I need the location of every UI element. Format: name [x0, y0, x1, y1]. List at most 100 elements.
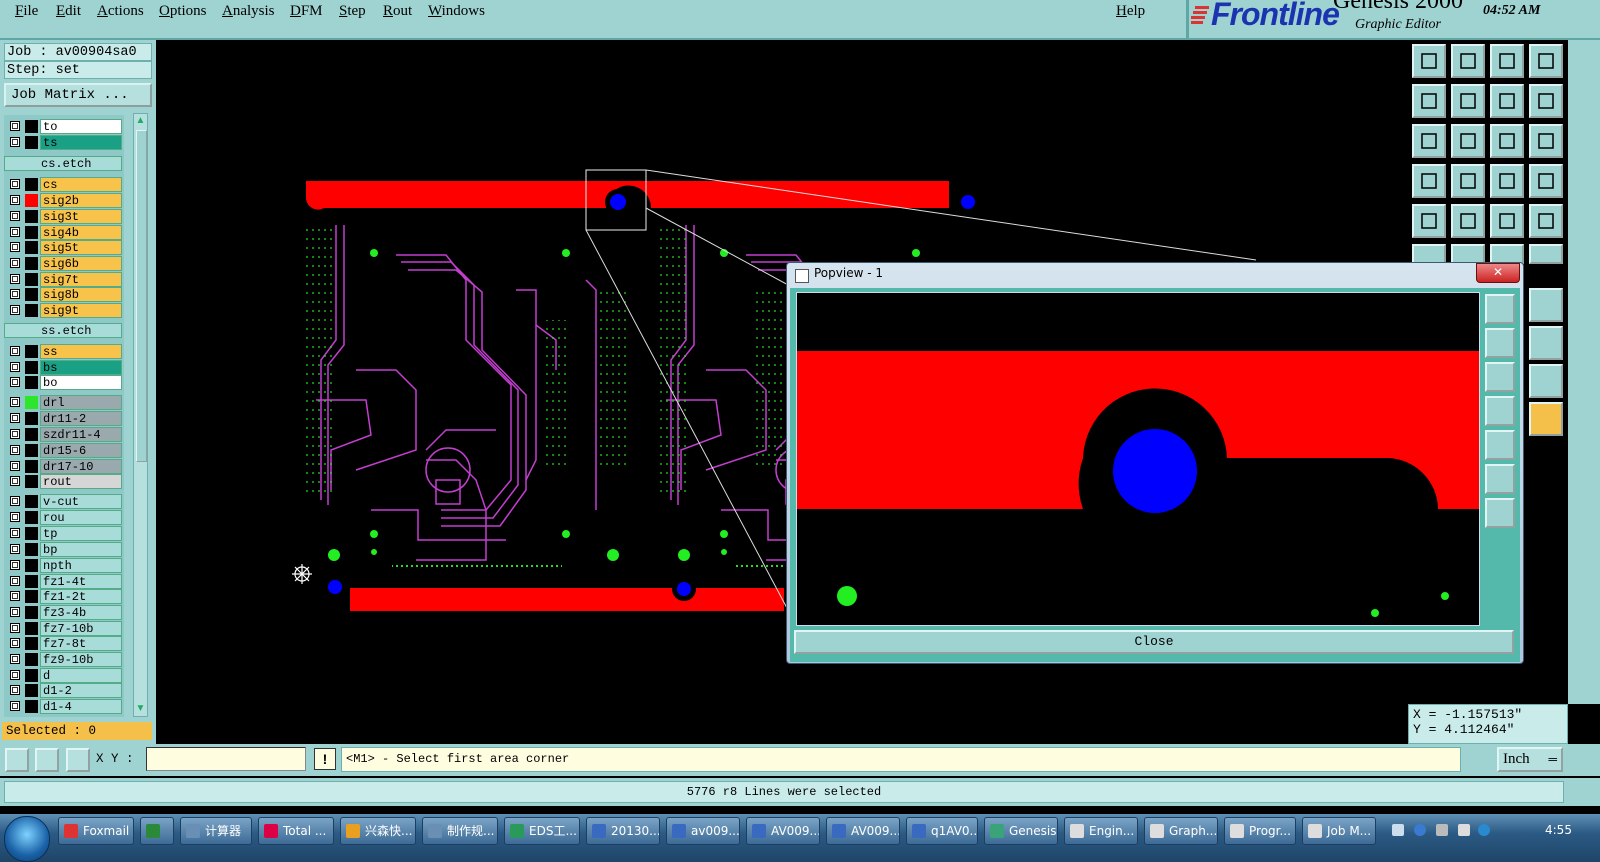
layer-row-tp[interactable]: tp: [4, 526, 124, 541]
layer-color-swatch[interactable]: [25, 575, 38, 588]
layer-checkbox[interactable]: [10, 305, 20, 315]
help-icon[interactable]: [1414, 824, 1426, 836]
layer-name[interactable]: sig4b: [40, 225, 122, 240]
layer-checkbox[interactable]: [10, 560, 20, 570]
layer-row-rou[interactable]: rou: [4, 510, 124, 525]
menu-file[interactable]: File: [15, 3, 38, 20]
layer-color-swatch[interactable]: [25, 653, 38, 666]
layer-name[interactable]: ss.etch: [4, 323, 122, 338]
home-down-icon[interactable]: [1451, 44, 1485, 78]
layer-name[interactable]: cs: [40, 177, 122, 192]
layer-checkbox[interactable]: [10, 258, 20, 268]
layer-name[interactable]: szdr11-4: [40, 427, 122, 442]
job-matrix-button[interactable]: Job Matrix ...: [4, 83, 152, 107]
zoom-right-icon[interactable]: [1451, 84, 1485, 118]
layer-name[interactable]: bo: [40, 375, 122, 390]
layer-name[interactable]: rou: [40, 510, 122, 525]
layer-color-swatch[interactable]: [25, 684, 38, 697]
task-item[interactable]: AV009...: [826, 817, 900, 845]
layer-name[interactable]: dr15-6: [40, 443, 122, 458]
menu-options[interactable]: Options: [159, 3, 207, 20]
layer-row-ss[interactable]: ss: [4, 344, 124, 359]
layer-color-swatch[interactable]: [25, 475, 38, 488]
layer-row-sig6b[interactable]: sig6b: [4, 256, 124, 271]
message-icon[interactable]: !: [314, 748, 336, 770]
layer-checkbox[interactable]: [10, 397, 20, 407]
start-button[interactable]: [4, 816, 50, 862]
dual-color-icon[interactable]: [1412, 244, 1446, 264]
layer-color-swatch[interactable]: [25, 345, 38, 358]
layer-checkbox[interactable]: [10, 591, 20, 601]
layer-name[interactable]: fz7-10b: [40, 621, 122, 636]
task-item[interactable]: Job M...: [1302, 817, 1376, 845]
layer-row-bs[interactable]: bs: [4, 360, 124, 375]
layer-color-swatch[interactable]: [25, 376, 38, 389]
layer-scrollbar[interactable]: ▲ ▼: [133, 113, 148, 717]
route-icon[interactable]: [1490, 164, 1524, 198]
layer-checkbox[interactable]: [10, 211, 20, 221]
layer-checkbox[interactable]: [10, 476, 20, 486]
home-up-icon[interactable]: [1412, 44, 1446, 78]
layer-checkbox[interactable]: [10, 670, 20, 680]
layer-color-swatch[interactable]: [25, 428, 38, 441]
task-item[interactable]: Progr...: [1224, 817, 1296, 845]
layer-color-swatch[interactable]: [25, 210, 38, 223]
pin-icon[interactable]: [1490, 244, 1524, 264]
select-icon[interactable]: [1412, 204, 1446, 238]
popview-canvas[interactable]: [796, 292, 1480, 626]
layer-row-ss-etch[interactable]: ss.etch: [4, 323, 124, 338]
layer-row-fz1-4t[interactable]: fz1-4t: [4, 574, 124, 589]
layer-row-npth[interactable]: npth: [4, 558, 124, 573]
layer-name[interactable]: d1-4: [40, 699, 122, 714]
layer-row-sig7t[interactable]: sig7t: [4, 272, 124, 287]
menu-dfm[interactable]: DFM: [290, 3, 323, 20]
layer-checkbox[interactable]: [10, 179, 20, 189]
layer-color-swatch[interactable]: [25, 120, 38, 133]
route-2-icon[interactable]: [1529, 164, 1563, 198]
layer-row-bp[interactable]: bp: [4, 542, 124, 557]
layer-color-swatch[interactable]: [25, 527, 38, 540]
pv-down-icon[interactable]: [1485, 362, 1515, 392]
layer-color-swatch[interactable]: [25, 444, 38, 457]
layer-name[interactable]: d: [40, 668, 122, 683]
layer-row-sig4b[interactable]: sig4b: [4, 225, 124, 240]
layer-row-drl[interactable]: drl: [4, 395, 124, 410]
arc-icon[interactable]: [1529, 364, 1563, 398]
layer-row-sig3t[interactable]: sig3t: [4, 209, 124, 224]
layer-name[interactable]: drl: [40, 395, 122, 410]
fit-icon[interactable]: [1412, 124, 1446, 158]
layer-checkbox[interactable]: [10, 445, 20, 455]
layer-color-swatch[interactable]: [25, 194, 38, 207]
layer-color-swatch[interactable]: [25, 590, 38, 603]
close-icon[interactable]: ✕: [1476, 263, 1520, 283]
cross-icon[interactable]: [1451, 244, 1485, 264]
measure-button[interactable]: [35, 748, 59, 772]
layer-checkbox[interactable]: [10, 121, 20, 131]
layer-row-dr17-10[interactable]: dr17-10: [4, 459, 124, 474]
layer-color-swatch[interactable]: [25, 226, 38, 239]
zoom-left-icon[interactable]: [1412, 84, 1446, 118]
layer-checkbox[interactable]: [10, 346, 20, 356]
layer-color-swatch[interactable]: [25, 396, 38, 409]
menu-windows[interactable]: Windows: [428, 3, 485, 20]
layer-row-bo[interactable]: bo: [4, 375, 124, 390]
layer-color-swatch[interactable]: [25, 257, 38, 270]
menu-rout[interactable]: Rout: [383, 3, 412, 20]
task-item[interactable]: Engin...: [1064, 817, 1138, 845]
layer-color-swatch[interactable]: [25, 460, 38, 473]
layer-row-sig8b[interactable]: sig8b: [4, 287, 124, 302]
layer-name[interactable]: sig6b: [40, 256, 122, 271]
layer-name[interactable]: fz3-4b: [40, 605, 122, 620]
component-icon[interactable]: [1529, 326, 1563, 360]
task-item[interactable]: Total ...: [258, 817, 334, 845]
keyboard-icon[interactable]: [1392, 824, 1404, 836]
layer-color-swatch[interactable]: [25, 700, 38, 713]
layer-checkbox[interactable]: [10, 701, 20, 711]
layer-name[interactable]: dr17-10: [40, 459, 122, 474]
layer-name[interactable]: tp: [40, 526, 122, 541]
menu-step[interactable]: Step: [339, 3, 366, 20]
layer-name[interactable]: sig9t: [40, 303, 122, 318]
layer-name[interactable]: fz1-4t: [40, 574, 122, 589]
task-item[interactable]: [140, 817, 174, 845]
task-item[interactable]: q1AV0...: [906, 817, 978, 845]
